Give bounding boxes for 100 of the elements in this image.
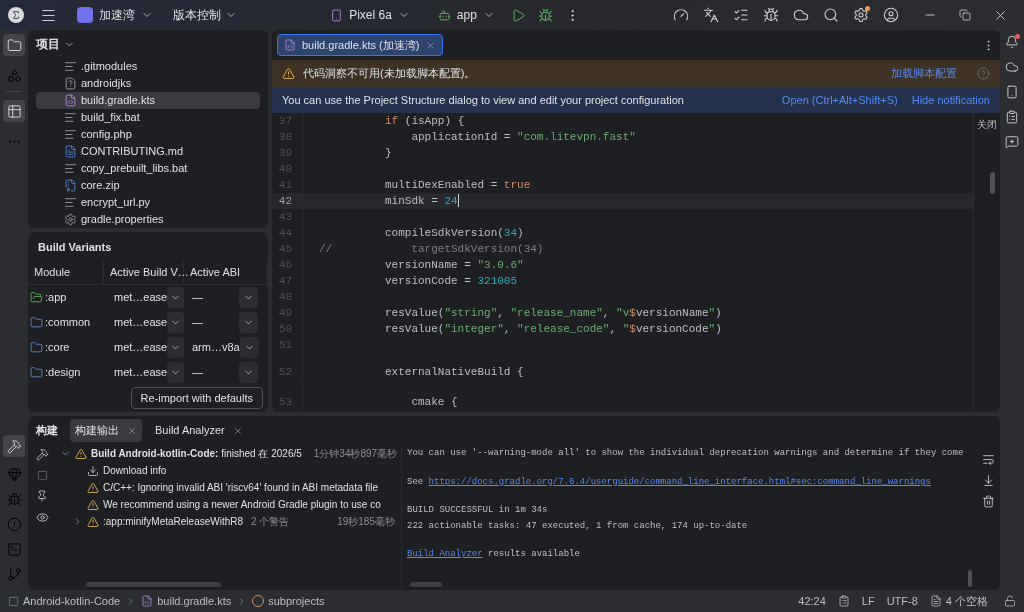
code-line: resValue("string", "release_name", "v$versionName") [384,305,722,321]
build-tool-button[interactable] [3,435,25,457]
text-caret [457,194,459,208]
module-icon [8,595,19,607]
console-link[interactable]: Build Analyzer [407,549,483,559]
script-file-icon [141,595,154,607]
unknown-file-icon [64,77,77,90]
console-line: You can use '--warning-mode all' to show the individual deprecation warnings and determine if they come [407,447,965,460]
run-icon[interactable] [510,7,526,23]
line-separator[interactable]: LF [861,592,875,610]
document-icon[interactable] [929,595,942,607]
file-tree-item[interactable]: gradle.properties [36,211,260,228]
table-cell-text: :common [45,315,91,331]
file-tree-item[interactable]: copy_prebuilt_libs.bat [36,160,260,177]
scrollbar-thumb[interactable] [989,172,995,194]
close-hint[interactable]: 关闭 [977,117,997,132]
text-file-icon [64,196,77,209]
tool-window-title: 构建 [36,423,58,439]
tool-tab[interactable]: 构建输出 [70,419,142,442]
build-icon[interactable] [35,448,49,461]
vcs-menu[interactable]: 版本控制 [173,6,237,24]
bug-icon[interactable] [763,7,779,23]
debug-icon[interactable] [537,7,553,23]
gauge-icon[interactable] [673,7,689,23]
line-number: 42 [277,193,293,209]
horizontal-scrollbar[interactable] [86,582,221,587]
banner-link[interactable]: Hide notification [911,91,990,109]
folder-icon [6,37,22,53]
warning-icon [87,481,99,494]
file-tree-item[interactable]: build_fix.bat [36,109,260,126]
account-icon[interactable] [883,7,899,23]
soft-wrap-icon[interactable] [981,453,995,466]
search-icon[interactable] [823,7,839,23]
breadcrumb[interactable]: subprojects [268,592,325,610]
file-tree-item[interactable]: core.zip [36,177,260,194]
file-encoding[interactable]: UTF-8 [886,592,918,610]
library-module-icon [30,341,43,354]
chat-icon[interactable] [1005,135,1019,149]
project-tool-button[interactable] [3,34,25,56]
tree-item-text[interactable]: :app:minifyMetaReleaseWithR8 [103,514,244,529]
project-selector[interactable]: 加速湾 [73,4,157,26]
horizontal-scrollbar[interactable] [410,582,442,587]
tree-item-text[interactable]: We recommend using a newer Android Gradle plugin to use co [103,497,381,512]
warning-icon [87,498,99,511]
checklist-icon[interactable] [733,7,749,23]
breadcrumb[interactable]: build.gradle.kts [157,592,232,610]
code-line: versionName = "3.0.6" [384,257,524,273]
column-header[interactable]: Module [28,259,104,284]
list-icon[interactable] [837,595,850,607]
app-logo-icon[interactable] [8,7,24,23]
table-cell-text: — [192,290,203,306]
code-line: compileSdkVersion(34) [384,225,524,241]
run-configuration-selector[interactable]: app [437,6,495,24]
indent-setting[interactable]: 4 个空格 [945,592,988,610]
settings-icon[interactable] [853,7,869,23]
load-script-link[interactable]: 加载脚本配置 [891,65,957,82]
notifications-icon[interactable] [1005,35,1019,49]
code-line: multiDexEnabled = true [384,177,531,193]
console-link[interactable]: https://docs.gradle.org/7.6.4/userguide/command_line_interface.html#sec:command_line_warnings [428,476,931,487]
close-tab-icon[interactable] [232,425,243,436]
file-tree-item[interactable]: CONTRIBUTING.md [36,143,260,160]
editor-tab[interactable]: build.gradle.kts (加速湾) [277,33,444,57]
file-tree-item[interactable]: build.gradle.kts [36,92,260,109]
scroll-to-end-icon[interactable] [981,474,995,487]
translate-icon[interactable] [703,7,719,23]
cloud-icon[interactable] [793,7,809,23]
code-line: applicationId = "com.litevpn.fast" [410,129,636,145]
device-icon[interactable] [1005,85,1019,99]
caret-position[interactable]: 42:24 [798,592,826,610]
console-line: See https://docs.gradle.org/7.6.4/userguide/command_line_interface.html#sec:command_line_warnings [407,475,932,489]
duration-text: 1分钟34秒897毫秒 [312,447,399,461]
file-tree-item[interactable]: androidjks [36,75,260,92]
banner-link[interactable]: Open (Ctrl+Alt+Shift+S) [781,91,898,109]
code-line: } [384,145,392,161]
tree-item-text[interactable]: C/C++: Ignoring invalid ABI 'riscv64' found in ABI metadata file [103,480,379,495]
vertical-scrollbar[interactable] [968,570,972,587]
clipboard-icon[interactable] [1005,110,1019,124]
file-tree-item[interactable]: .gitmodules [36,58,260,75]
reimport-button[interactable]: Re-import with defaults [130,386,263,409]
archive-file-icon [64,179,77,192]
close-tab-icon[interactable] [127,425,137,436]
device-selector[interactable]: Pixel 6a [330,6,410,24]
lock-icon[interactable] [1004,595,1016,607]
file-tree-item[interactable]: encrypt_url.py [36,194,260,211]
eye-icon[interactable] [35,511,49,524]
breadcrumb[interactable]: Android-kotlin-Code [23,592,121,610]
trash-icon[interactable] [981,495,995,508]
panel-title: Build Variants [37,240,113,255]
build-variants-tool-button[interactable] [3,100,25,122]
cloud-icon[interactable] [1005,60,1019,74]
tool-tab[interactable]: Build Analyzer [150,419,248,442]
pin-icon[interactable] [36,490,48,502]
tree-item-text[interactable]: Download info [103,463,167,478]
text-file-icon [64,128,77,141]
app-module-icon [30,291,43,304]
restore-icon[interactable] [959,9,971,21]
close-tab-icon[interactable] [425,39,437,51]
text-file-icon [64,60,77,73]
tree-item-text[interactable]: Build Android-kotlin-Code: finished 在 2026/5 [91,446,302,461]
file-tree-item[interactable]: config.php [36,126,260,143]
